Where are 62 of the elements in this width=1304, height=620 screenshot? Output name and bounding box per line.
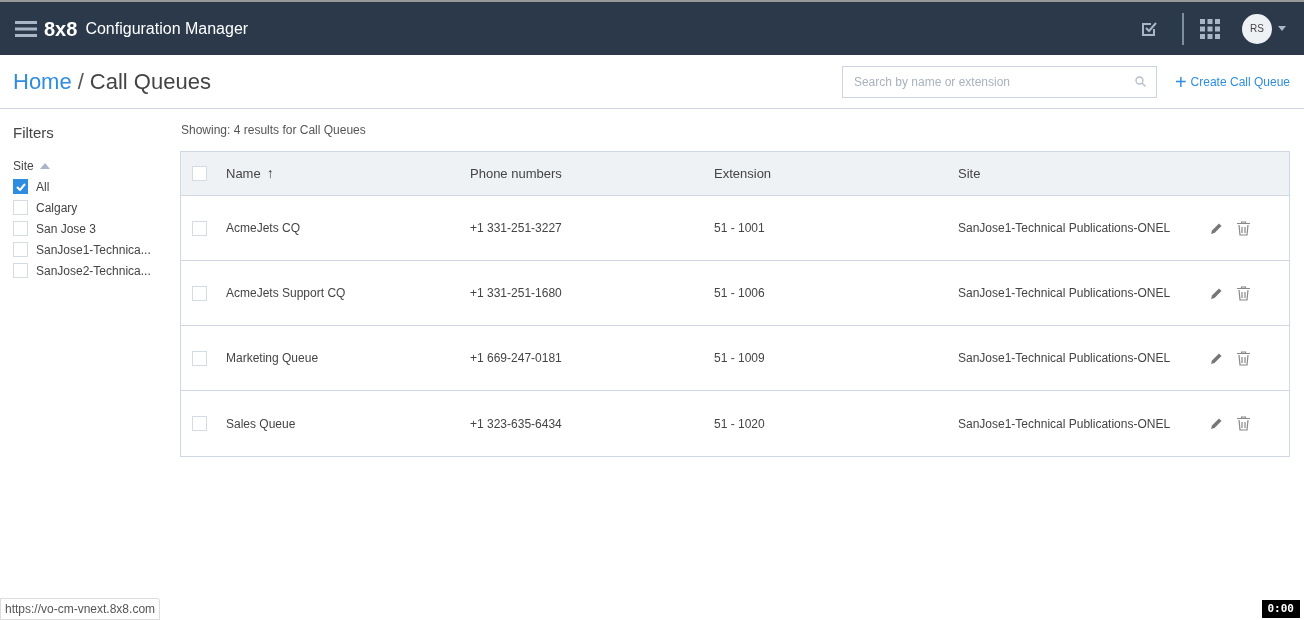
app-title: Configuration Manager [85,18,249,39]
search-icon [1134,75,1146,87]
table-cell-text: 51 - 1001 [714,220,766,237]
checkbox[interactable] [13,179,28,194]
table-cell-text: AcmeJets Support CQ [226,285,347,302]
table-cell-text: +1 331-251-1680 [470,285,563,302]
delete-trash-icon[interactable] [1237,220,1250,236]
column-header[interactable]: Name [226,163,261,184]
create-call-queue-button[interactable]: + Create Call Queue [1174,71,1290,92]
checkbox[interactable] [13,221,28,236]
table-cell-text: SanJose1-Technical Publications-ONEL [958,350,1172,367]
apps-grid-icon[interactable] [1200,18,1220,39]
column-header[interactable]: Phone numbers [470,163,562,184]
checkbox[interactable] [13,200,28,215]
breadcrumb-separator: / [77,68,84,96]
table-cell-text: SanJose1-Technical Publications-ONEL [958,285,1172,302]
site-filter-label[interactable]: San Jose 3 [36,219,97,238]
filters-heading: Filters [13,123,55,143]
table-cell-text: SanJose1-Technical Publications-ONEL [958,415,1172,433]
table-cell-text: 51 - 1020 [714,415,766,433]
user-avatar[interactable]: RS [1242,13,1272,44]
results-summary: Showing: 4 results for Call Queues [181,122,367,139]
site-filter-label[interactable]: Calgary [36,198,78,217]
table-cell-text: Sales Queue [226,415,297,433]
logo: 8x8 [44,16,78,42]
site-filter-label[interactable]: SanJose1-Technica... [36,240,151,259]
page-title: Call Queues [89,68,211,96]
caret-icon [39,162,50,169]
edit-pencil-icon[interactable] [1210,221,1223,235]
search-field[interactable]: Search by name or extension [841,65,1157,98]
checkbox[interactable] [192,285,207,301]
delete-trash-icon[interactable] [1237,350,1250,366]
site-filter-label[interactable]: All [36,177,50,196]
checkbox[interactable] [192,416,207,431]
recorder-timer: 0:00 [1261,599,1300,618]
menu-icon[interactable] [15,19,37,38]
delete-trash-icon[interactable] [1237,416,1250,431]
table-cell-text: AcmeJets CQ [226,220,301,237]
site-filter-label[interactable]: SanJose2-Technica... [36,261,151,280]
sort-arrow[interactable]: ↑ [266,163,274,184]
checkbox[interactable] [192,166,207,181]
table-cell-text: +1 323-635-6434 [470,415,563,433]
status-url: https://vo-cm-vnext.8x8.com [0,598,161,620]
edit-pencil-icon[interactable] [1210,286,1223,300]
table-cell-text: +1 331-251-3227 [470,220,563,237]
table-cell-text: 51 - 1009 [714,350,766,367]
checkbox[interactable] [13,242,28,257]
column-header[interactable]: Site [958,163,981,184]
checkbox[interactable] [192,220,207,236]
table-cell-text: Marketing Queue [226,350,320,367]
checkbox[interactable] [13,263,28,278]
caret-icon[interactable] [1278,26,1286,31]
site-filter-toggle[interactable]: Site [13,156,50,175]
column-header[interactable]: Extension [714,163,772,184]
table-cell-text: 51 - 1006 [714,285,766,302]
edit-pencil-icon[interactable] [1210,417,1223,430]
checkbox[interactable] [192,350,207,366]
breadcrumb-home-link[interactable]: Home [13,65,72,98]
edit-pencil-icon[interactable] [1210,351,1223,365]
table-cell-text: SanJose1-Technical Publications-ONEL [958,220,1172,237]
table-cell-text: +1 669-247-0181 [470,350,563,367]
delete-trash-icon[interactable] [1237,285,1250,301]
